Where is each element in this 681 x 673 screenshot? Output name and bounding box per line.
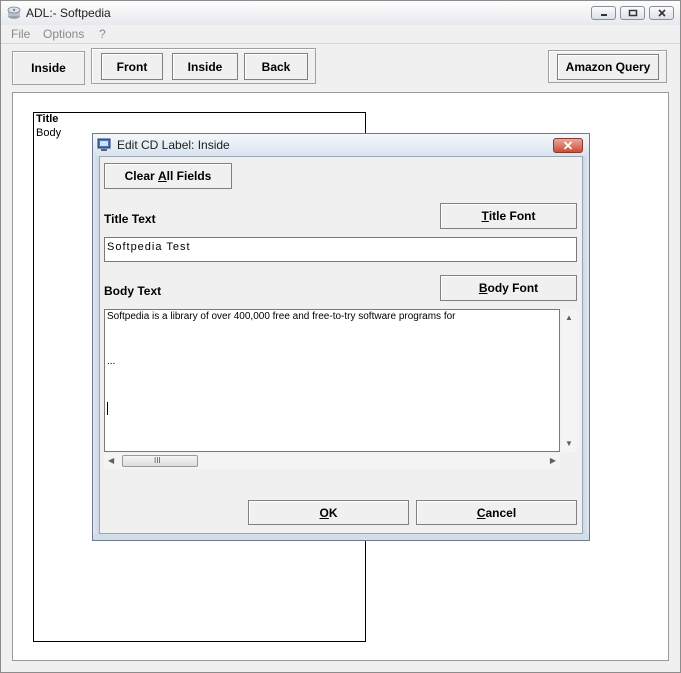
title-text-label: Title Text — [104, 212, 156, 226]
scroll-thumb[interactable]: III — [122, 455, 198, 467]
body-font-post: ody Font — [487, 281, 539, 295]
minimize-icon — [600, 14, 607, 16]
body-font-button[interactable]: Body Font — [440, 275, 577, 301]
inside-button[interactable]: Inside — [15, 54, 82, 82]
body-horizontal-scrollbar[interactable]: ◀ III ▶ — [104, 453, 560, 469]
dialog-title: Edit CD Label: Inside — [117, 138, 230, 152]
scroll-left-icon[interactable]: ◀ — [108, 456, 114, 465]
cancel-button[interactable]: Cancel — [416, 500, 577, 525]
menu-bar: File Options ? — [1, 25, 680, 44]
preview-body: Body — [36, 127, 62, 139]
title-font-post: itle Font — [488, 209, 536, 223]
dialog-client: Clear All Fields Title Text Title Font S… — [99, 156, 583, 534]
menu-options[interactable]: Options — [43, 27, 84, 41]
minimize-button[interactable] — [591, 6, 616, 20]
dialog-app-icon — [97, 138, 113, 152]
title-font-key: T — [481, 209, 489, 223]
scroll-down-icon[interactable]: ▼ — [565, 439, 573, 448]
body-vertical-scrollbar[interactable]: ▲ ▼ — [561, 309, 577, 452]
clear-all-fields-button[interactable]: Clear All Fields — [104, 163, 232, 189]
dialog-title-bar[interactable]: Edit CD Label: Inside — [93, 134, 589, 156]
amazon-query-button[interactable]: Amazon Query — [557, 54, 659, 80]
scroll-up-icon[interactable]: ▲ — [565, 313, 573, 322]
body-line-1: Softpedia is a library of over 400,000 f… — [107, 311, 456, 322]
title-font-button[interactable]: Title Font — [440, 203, 577, 229]
inside-side-button[interactable]: Inside — [172, 53, 238, 80]
restore-icon — [628, 9, 637, 17]
body-text-area[interactable]: Softpedia is a library of over 400,000 f… — [104, 309, 560, 452]
menu-file[interactable]: File — [11, 27, 30, 41]
scroll-grip-icon: III — [154, 456, 161, 465]
ok-key: O — [319, 505, 329, 520]
close-icon — [563, 141, 573, 150]
title-bar[interactable]: ADL:- Softpedia — [1, 1, 680, 26]
dialog-close-button[interactable] — [553, 138, 583, 153]
title-text-input[interactable]: Softpedia Test — [104, 237, 577, 262]
ok-button[interactable]: OK — [248, 500, 409, 525]
clear-all-key: A — [158, 169, 167, 183]
scroll-right-icon[interactable]: ▶ — [550, 456, 556, 465]
clear-all-post: ll Fields — [166, 169, 212, 183]
title-text-value: Softpedia Test — [107, 241, 191, 253]
back-button[interactable]: Back — [244, 53, 308, 80]
text-caret — [107, 402, 108, 415]
close-button[interactable] — [649, 6, 674, 20]
window-title: ADL:- Softpedia — [26, 6, 111, 20]
body-line-3: ... — [107, 356, 116, 367]
cancel-post: ancel — [485, 505, 517, 520]
front-button[interactable]: Front — [101, 53, 163, 80]
preview-title: Title — [36, 113, 59, 125]
maximize-button[interactable] — [620, 6, 645, 20]
edit-label-dialog: Edit CD Label: Inside Clear All Fields T… — [92, 133, 590, 541]
ok-post: K — [328, 505, 338, 520]
clear-all-pre: Clear — [124, 169, 158, 183]
app-icon — [6, 5, 22, 21]
cancel-key: C — [476, 505, 486, 520]
close-icon — [657, 9, 666, 17]
dialog-frame-bottom — [93, 534, 589, 540]
body-text-label: Body Text — [104, 284, 162, 298]
body-font-key: B — [478, 281, 488, 295]
dialog-frame-right — [583, 156, 589, 536]
menu-help[interactable]: ? — [99, 27, 106, 41]
